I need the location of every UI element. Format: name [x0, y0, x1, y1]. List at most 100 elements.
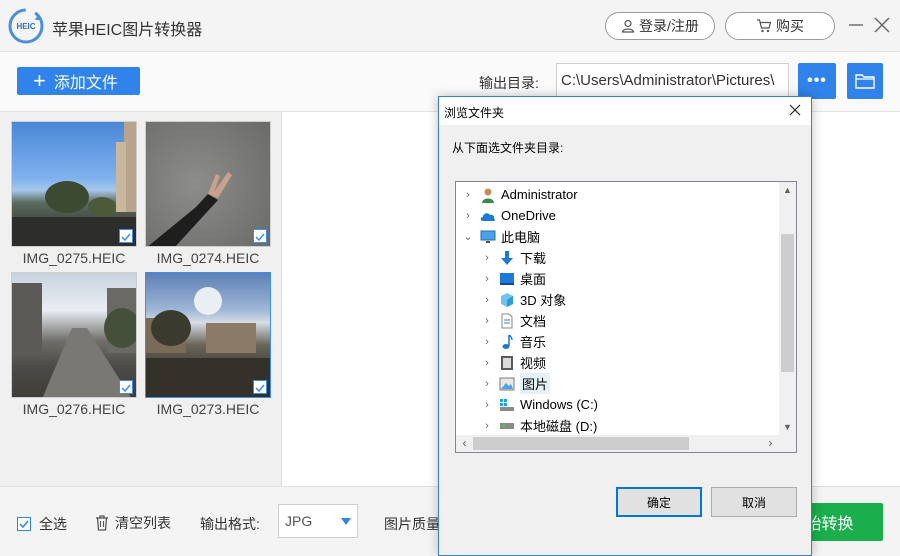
- tree-item-label: 此电脑: [501, 230, 541, 245]
- minimize-icon[interactable]: [846, 15, 866, 35]
- cancel-label: 取消: [741, 495, 766, 510]
- tree-item-label: OneDrive: [501, 208, 556, 223]
- drive-icon: [499, 418, 515, 434]
- tree-item-music[interactable]: › 音乐: [481, 331, 546, 352]
- tree-item-drive-d[interactable]: › 本地磁盘 (D:): [481, 415, 597, 436]
- chevron-right-icon[interactable]: ›: [481, 252, 493, 264]
- chevron-right-icon[interactable]: ›: [481, 420, 493, 432]
- tree-item-label: Administrator: [501, 187, 578, 202]
- user-icon: [480, 187, 496, 203]
- output-format-select[interactable]: JPG: [278, 504, 358, 538]
- thumbnail-image: [11, 121, 137, 247]
- folder-tree[interactable]: › Administrator › OneDrive ⌄ 此电脑 › 下载 › …: [455, 181, 797, 453]
- output-dir-label: 输出目录:: [479, 75, 539, 91]
- login-button[interactable]: 登录/注册: [605, 12, 715, 40]
- cloud-icon: [480, 208, 496, 224]
- more-icon: •••: [807, 72, 827, 89]
- close-icon[interactable]: [787, 102, 803, 118]
- scroll-left-icon[interactable]: ‹: [456, 435, 473, 452]
- chevron-right-icon[interactable]: ›: [462, 210, 474, 222]
- close-icon[interactable]: [872, 15, 892, 35]
- cube-icon: [499, 292, 515, 308]
- thumbnail-image: [11, 272, 137, 398]
- chevron-right-icon[interactable]: ›: [481, 399, 493, 411]
- file-thumbnail[interactable]: IMG_0274.HEIC: [145, 121, 271, 266]
- thumbnail-image: [145, 121, 271, 247]
- scroll-down-icon[interactable]: ▼: [779, 419, 796, 436]
- tree-item-3d-objects[interactable]: › 3D 对象: [481, 289, 566, 310]
- clear-list-label: 清空列表: [115, 515, 171, 531]
- tree-item-drive-c[interactable]: › Windows (C:): [481, 394, 598, 415]
- tree-item-label: 下载: [520, 251, 547, 266]
- file-checkbox[interactable]: [119, 229, 133, 243]
- scroll-up-icon[interactable]: ▲: [779, 182, 796, 199]
- chevron-right-icon[interactable]: ›: [462, 189, 474, 201]
- chevron-right-icon[interactable]: ›: [481, 357, 493, 369]
- file-checkbox[interactable]: [119, 380, 133, 394]
- file-thumbnail[interactable]: IMG_0275.HEIC: [11, 121, 137, 266]
- cancel-button[interactable]: 取消: [711, 487, 797, 517]
- svg-text:HEIC: HEIC: [16, 22, 35, 31]
- ok-button[interactable]: 确定: [616, 487, 702, 517]
- dropdown-arrow-icon: [341, 518, 351, 525]
- browse-more-button[interactable]: •••: [798, 63, 836, 99]
- download-icon: [499, 250, 515, 266]
- file-checkbox[interactable]: [253, 229, 267, 243]
- dialog-title-bar: 浏览文件夹: [439, 97, 811, 125]
- file-name: IMG_0274.HEIC: [156, 250, 260, 266]
- tree-item-downloads[interactable]: › 下载: [481, 247, 546, 268]
- cart-icon: [757, 19, 772, 33]
- tree-item-pictures[interactable]: › 图片: [481, 373, 551, 394]
- scroll-right-icon[interactable]: ›: [762, 435, 779, 452]
- computer-icon: [480, 229, 496, 245]
- vertical-scrollbar[interactable]: ▲ ▼: [779, 182, 796, 436]
- scrollbar-thumb[interactable]: [781, 234, 794, 372]
- file-name: IMG_0273.HEIC: [156, 401, 260, 417]
- output-dir-field[interactable]: C:\Users\Administrator\Pictures\: [556, 63, 789, 99]
- app-logo-icon: HEIC: [8, 8, 44, 44]
- chevron-right-icon[interactable]: ›: [481, 294, 493, 306]
- tree-item-label: 视频: [520, 356, 547, 371]
- tree-item-label: Windows (C:): [520, 397, 599, 412]
- pictures-icon: [499, 376, 515, 392]
- tree-item-this-pc[interactable]: ⌄ 此电脑: [462, 226, 540, 247]
- ok-label: 确定: [646, 495, 671, 510]
- add-file-label: 添加文件: [53, 75, 118, 92]
- scrollbar-thumb[interactable]: [473, 437, 689, 450]
- buy-label: 购买: [776, 18, 804, 34]
- file-name: IMG_0276.HEIC: [22, 401, 126, 417]
- plus-icon: +: [33, 68, 46, 93]
- drive-c-icon: [499, 397, 515, 413]
- select-all-checkbox[interactable]: 全选: [17, 514, 67, 534]
- open-folder-button[interactable]: [847, 63, 883, 99]
- select-all-label: 全选: [39, 516, 67, 532]
- file-name: IMG_0275.HEIC: [22, 250, 126, 266]
- document-icon: [499, 313, 515, 329]
- tree-item-label: 3D 对象: [520, 293, 567, 308]
- file-thumbnail[interactable]: IMG_0276.HEIC: [11, 272, 137, 417]
- tree-item-documents[interactable]: › 文档: [481, 310, 546, 331]
- tree-item-onedrive[interactable]: › OneDrive: [462, 205, 556, 226]
- tree-item-administrator[interactable]: › Administrator: [462, 184, 578, 205]
- chevron-right-icon[interactable]: ›: [481, 336, 493, 348]
- file-thumbnail[interactable]: IMG_0273.HEIC: [145, 272, 271, 417]
- chevron-right-icon[interactable]: ›: [481, 315, 493, 327]
- clear-list-button[interactable]: 清空列表: [95, 513, 171, 533]
- horizontal-scrollbar[interactable]: ‹ ›: [456, 435, 796, 452]
- chevron-right-icon[interactable]: ›: [481, 378, 493, 390]
- music-icon: [499, 333, 515, 350]
- folder-icon: [855, 74, 875, 89]
- output-format-label: 输出格式:: [200, 516, 260, 532]
- tree-item-videos[interactable]: › 视频: [481, 352, 546, 373]
- video-icon: [499, 355, 515, 371]
- file-checkbox[interactable]: [253, 380, 267, 394]
- tree-item-desktop[interactable]: › 桌面: [481, 268, 546, 289]
- buy-button[interactable]: 购买: [725, 12, 835, 40]
- add-file-button[interactable]: + 添加文件: [17, 67, 140, 95]
- chevron-down-icon[interactable]: ⌄: [462, 230, 474, 243]
- chevron-right-icon[interactable]: ›: [481, 273, 493, 285]
- user-icon: [621, 19, 635, 33]
- tree-item-label: 桌面: [520, 272, 547, 287]
- tree-item-label: 文档: [520, 314, 547, 329]
- browse-folder-dialog: 浏览文件夹 从下面选文件夹目录: › Administrator › OneDr…: [438, 96, 812, 556]
